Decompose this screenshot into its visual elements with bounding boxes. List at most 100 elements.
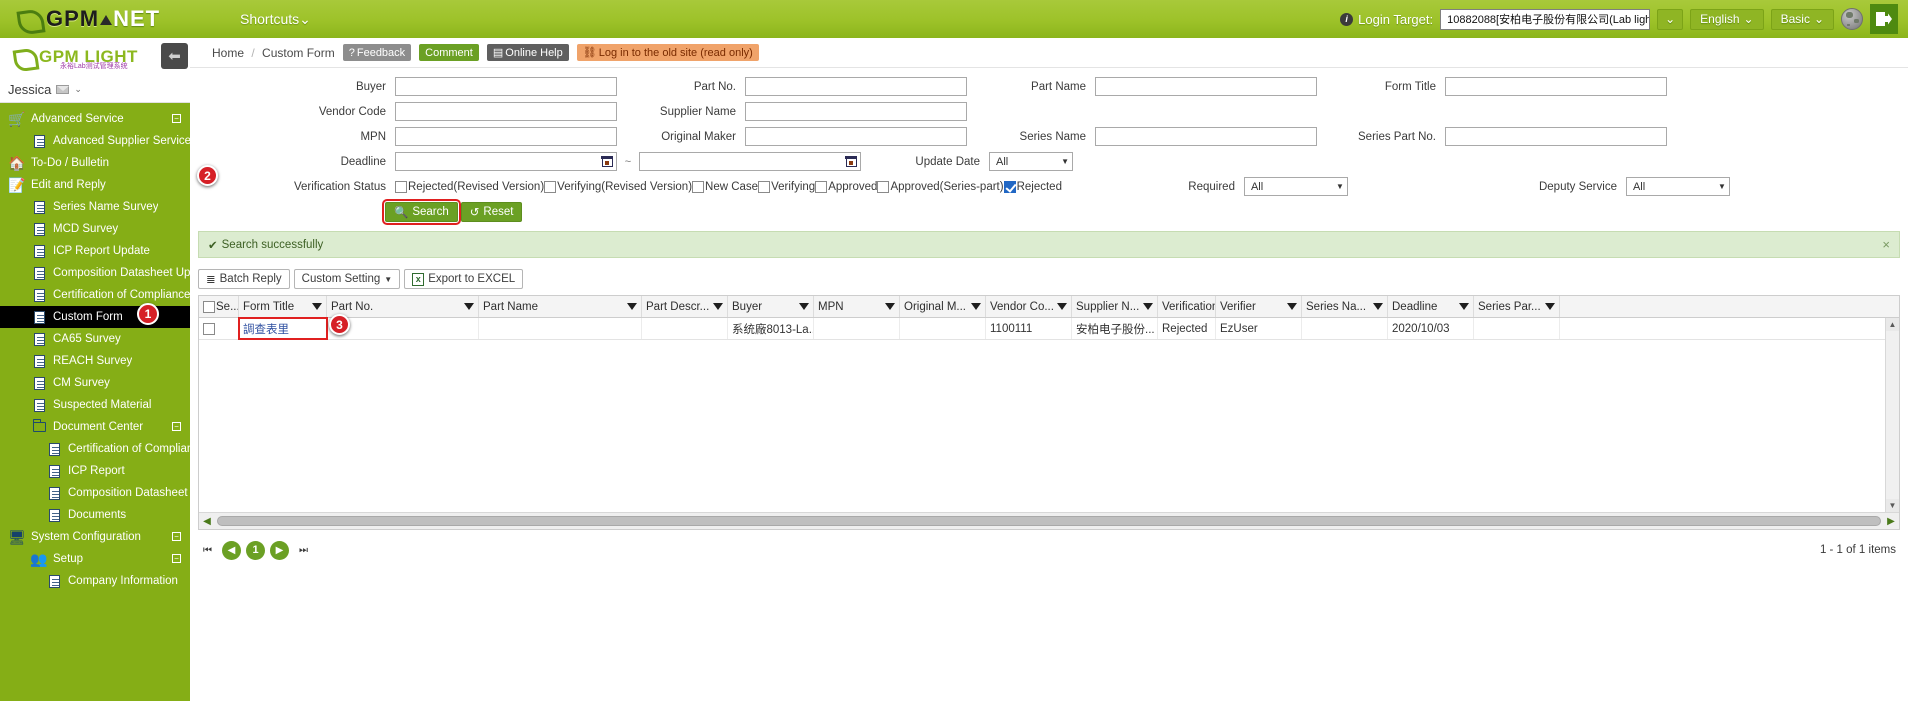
sidebar-item-composition-datasheet-update[interactable]: Composition Datasheet Update [0,262,190,284]
sidebar-item-cm-survey[interactable]: CM Survey [0,372,190,394]
checkbox-icon[interactable] [692,180,705,193]
sidebar-item-reach-survey[interactable]: REACH Survey [0,350,190,372]
mpn-input[interactable] [395,127,617,146]
sidebar-item-certification-of-compliance-update[interactable]: Certification of Compliance Update [0,284,190,306]
sidebar-item-icp-report-update[interactable]: ICP Report Update [0,240,190,262]
grid-horizontal-scrollbar[interactable]: ◀ ▶ [199,512,1899,529]
prev-page-button[interactable]: ◀ [222,540,241,560]
verification-status-new-case[interactable]: New Case [692,180,758,193]
grid-header-vendor-co[interactable]: Vendor Co... [986,296,1072,317]
batch-reply-button[interactable]: ≣ Batch Reply [198,269,290,289]
sidebar-collapse-button[interactable]: ⬅ [161,43,188,69]
sidebar-item-series-name-survey[interactable]: Series Name Survey [0,196,190,218]
language-button[interactable]: English ⌄ [1690,8,1764,30]
form-title-link[interactable]: 調查表里 [243,321,289,337]
grid-header-verification[interactable]: Verification... [1158,296,1216,317]
scroll-down-icon[interactable]: ▼ [1886,499,1899,512]
collapse-toggle-icon[interactable]: − [172,532,181,541]
verification-status-approved-series-part[interactable]: Approved(Series-part) [877,180,1004,193]
login-target-select[interactable]: 10882088[安柏电子股份有限公司(Lab light... ▼ [1440,8,1651,30]
sidebar-item-composition-datasheet[interactable]: Composition Datasheet [0,482,190,504]
buyer-input[interactable] [395,77,617,96]
series-part-no-input[interactable] [1445,127,1667,146]
export-excel-button[interactable]: x Export to EXCEL [404,269,524,289]
scroll-left-icon[interactable]: ◀ [199,513,215,529]
deputy-service-select[interactable]: All ▼ [1625,177,1730,196]
verification-status-verifying-revised-version[interactable]: Verifying(Revised Version) [544,180,692,193]
checkbox-icon[interactable] [544,180,557,193]
scroll-up-icon[interactable]: ▲ [1886,318,1899,331]
calendar-to-button[interactable] [842,152,861,171]
mode-button[interactable]: Basic ⌄ [1770,8,1834,30]
verification-status-approved[interactable]: Approved [815,180,877,193]
verification-status-rejected-revised-version[interactable]: Rejected(Revised Version) [395,180,544,193]
update-date-select[interactable]: All ▼ [989,152,1073,171]
mail-icon[interactable] [56,84,70,94]
form-title-input[interactable] [1445,77,1667,96]
sidebar-item-custom-form[interactable]: Custom Form [0,306,190,328]
checkbox-icon[interactable] [1003,180,1016,193]
grid-header-part-descr[interactable]: Part Descr... [642,296,728,317]
sidebar-item-certification-of-compliance[interactable]: Certification of Compliance [0,438,190,460]
shortcuts-menu[interactable]: Shortcuts⌄ [240,11,311,28]
sidebar-item-document-center[interactable]: Document Center − [0,416,190,438]
series-name-input[interactable] [1095,127,1317,146]
sidebar-item-documents[interactable]: Documents [0,504,190,526]
logout-button[interactable] [1870,4,1898,34]
select-all-checkbox[interactable] [203,300,215,313]
breadcrumb-home[interactable]: Home [212,46,244,60]
filter-icon[interactable] [799,303,809,310]
grid-header-se[interactable]: Se... [199,296,239,317]
user-menu[interactable]: Jessica ⌄ [0,76,190,103]
required-select[interactable]: All ▼ [1243,177,1348,196]
deadline-from-input[interactable] [395,152,598,171]
filter-icon[interactable] [464,303,474,310]
filter-icon[interactable] [1459,303,1469,310]
filter-icon[interactable] [1287,303,1297,310]
sidebar-item-mcd-survey[interactable]: MCD Survey [0,218,190,240]
grid-header-mpn[interactable]: MPN [814,296,900,317]
checkbox-icon[interactable] [395,180,407,193]
collapse-toggle-icon[interactable]: − [172,422,181,431]
feedback-button[interactable]: ? Feedback [342,44,412,61]
row-select-checkbox[interactable] [203,322,215,335]
last-page-button[interactable]: ⏭ [294,541,313,560]
collapse-toggle-icon[interactable]: − [172,554,181,563]
table-row[interactable]: 調查表里 系统廠8013-La... 1100111 安柏电子股份... Rejecte… [199,317,1899,340]
grid-header-part-no[interactable]: Part No. [327,296,479,317]
part-name-input[interactable] [1095,77,1317,96]
verification-status-rejected[interactable]: Rejected [1003,180,1062,193]
sidebar-item-setup[interactable]: 👥 Setup − [0,548,190,570]
grid-header-series-na[interactable]: Series Na... [1302,296,1388,317]
grid-header-part-name[interactable]: Part Name [479,296,642,317]
filter-icon[interactable] [971,303,981,310]
filter-icon[interactable] [627,303,637,310]
filter-icon[interactable] [885,303,895,310]
close-icon[interactable]: × [1882,237,1890,252]
scroll-thumb[interactable] [217,516,1881,526]
globe-icon[interactable] [1841,8,1863,30]
calendar-from-button[interactable] [598,152,617,171]
grid-header-form-title[interactable]: Form Title [239,296,327,317]
grid-header-buyer[interactable]: Buyer [728,296,814,317]
grid-vertical-scrollbar[interactable]: ▲ ▼ [1885,318,1899,512]
first-page-button[interactable]: ⏮ [198,541,217,560]
target-dropdown-button[interactable]: ⌄ [1657,8,1684,30]
search-button[interactable]: 🔍 Search [382,199,461,225]
checkbox-icon[interactable] [815,180,828,193]
sidebar-item-ca65-survey[interactable]: CA65 Survey [0,328,190,350]
grid-header-original-m[interactable]: Original M... [900,296,986,317]
reset-button[interactable]: ↺ Reset [460,202,523,222]
comment-button[interactable]: Comment [419,44,479,61]
filter-icon[interactable] [312,303,322,310]
filter-icon[interactable] [1373,303,1383,310]
sidebar-item-icp-report[interactable]: ICP Report [0,460,190,482]
sidebar-item-advanced-service[interactable]: 🛒 Advanced Service − [0,108,190,130]
filter-icon[interactable] [1143,303,1153,310]
verification-status-verifying[interactable]: Verifying [758,180,815,193]
grid-header-verifier[interactable]: Verifier [1216,296,1302,317]
checkbox-icon[interactable] [758,180,771,193]
sidebar-item-system-configuration[interactable]: 🖥 System Configuration − [0,526,190,548]
custom-setting-button[interactable]: Custom Setting ▼ [293,269,401,289]
scroll-right-icon[interactable]: ▶ [1883,513,1899,529]
